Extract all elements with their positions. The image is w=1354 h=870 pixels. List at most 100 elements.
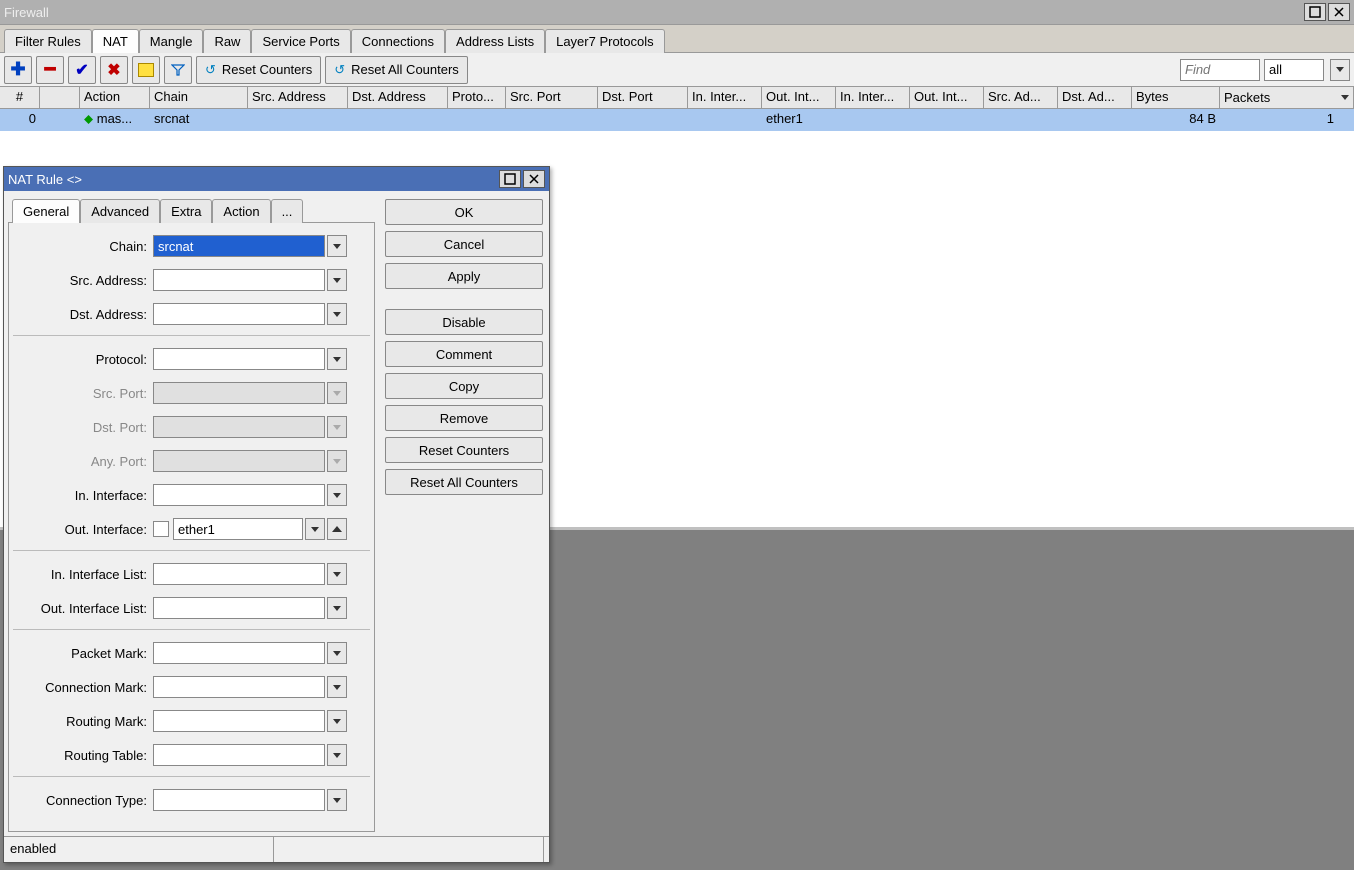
input-protocol[interactable] bbox=[153, 348, 325, 370]
expand-dst-address[interactable] bbox=[327, 303, 347, 325]
chevron-down-icon bbox=[333, 572, 341, 577]
input-routing-table[interactable] bbox=[153, 744, 325, 766]
label-chain: Chain: bbox=[13, 239, 153, 254]
minus-icon: ━ bbox=[45, 59, 56, 80]
filter-select[interactable]: all bbox=[1264, 59, 1324, 81]
col-src-ad[interactable]: Src. Ad... bbox=[984, 87, 1058, 108]
field-any-port: Any. Port: bbox=[13, 448, 370, 474]
expand-in-interface[interactable] bbox=[327, 484, 347, 506]
find-input[interactable] bbox=[1180, 59, 1260, 81]
expand-in-interface-list[interactable] bbox=[327, 563, 347, 585]
col-dst-port[interactable]: Dst. Port bbox=[598, 87, 688, 108]
dropdown-chain[interactable] bbox=[327, 235, 347, 257]
remove-button[interactable]: Remove bbox=[385, 405, 543, 431]
col-dst-address[interactable]: Dst. Address bbox=[348, 87, 448, 108]
tab-raw[interactable]: Raw bbox=[203, 29, 251, 53]
col-bytes[interactable]: Bytes bbox=[1132, 87, 1220, 108]
col-action[interactable]: Action bbox=[80, 87, 150, 108]
col-flag[interactable] bbox=[40, 87, 80, 108]
expand-packet-mark[interactable] bbox=[327, 642, 347, 664]
col-proto[interactable]: Proto... bbox=[448, 87, 506, 108]
col-src-port[interactable]: Src. Port bbox=[506, 87, 598, 108]
collapse-out-interface[interactable] bbox=[327, 518, 347, 540]
tab-filter-rules[interactable]: Filter Rules bbox=[4, 29, 92, 53]
input-chain[interactable] bbox=[153, 235, 325, 257]
expand-routing-table[interactable] bbox=[327, 744, 347, 766]
cell-dst-port bbox=[598, 109, 688, 131]
copy-button[interactable]: Copy bbox=[385, 373, 543, 399]
dialog-title: NAT Rule <> bbox=[8, 172, 82, 187]
maximize-button[interactable] bbox=[1304, 3, 1326, 21]
dialog-tab-action[interactable]: Action bbox=[212, 199, 270, 223]
dialog-tab-more[interactable]: ... bbox=[271, 199, 304, 223]
expand-connection-mark[interactable] bbox=[327, 676, 347, 698]
col-out-int[interactable]: Out. Int... bbox=[762, 87, 836, 108]
dropdown-out-interface[interactable] bbox=[305, 518, 325, 540]
col-src-address[interactable]: Src. Address bbox=[248, 87, 348, 108]
col-dst-ad[interactable]: Dst. Ad... bbox=[1058, 87, 1132, 108]
input-packet-mark[interactable] bbox=[153, 642, 325, 664]
invert-out-interface[interactable] bbox=[153, 521, 169, 537]
cancel-button[interactable]: Cancel bbox=[385, 231, 543, 257]
tab-nat[interactable]: NAT bbox=[92, 29, 139, 53]
input-in-interface[interactable] bbox=[153, 484, 325, 506]
dialog-close-button[interactable] bbox=[523, 170, 545, 188]
close-button[interactable] bbox=[1328, 3, 1350, 21]
tab-service-ports[interactable]: Service Ports bbox=[251, 29, 350, 53]
dialog-titlebar[interactable]: NAT Rule <> bbox=[4, 167, 549, 191]
dialog-tab-general[interactable]: General bbox=[12, 199, 80, 223]
tab-connections[interactable]: Connections bbox=[351, 29, 445, 53]
dialog-tab-extra[interactable]: Extra bbox=[160, 199, 212, 223]
field-dst-address: Dst. Address: bbox=[13, 301, 370, 327]
enable-button[interactable]: ✔ bbox=[68, 56, 96, 84]
col-num[interactable]: # bbox=[0, 87, 40, 108]
reset-counters-button[interactable]: Reset Counters bbox=[385, 437, 543, 463]
reset-counters-button[interactable]: ↺ Reset Counters bbox=[196, 56, 321, 84]
reset-all-counters-button[interactable]: Reset All Counters bbox=[385, 469, 543, 495]
apply-button[interactable]: Apply bbox=[385, 263, 543, 289]
expand-connection-type[interactable] bbox=[327, 789, 347, 811]
expand-routing-mark[interactable] bbox=[327, 710, 347, 732]
chevron-down-icon bbox=[333, 459, 341, 464]
ok-button[interactable]: OK bbox=[385, 199, 543, 225]
cell-bytes: 84 B bbox=[1132, 109, 1220, 131]
input-connection-mark[interactable] bbox=[153, 676, 325, 698]
input-dst-address[interactable] bbox=[153, 303, 325, 325]
input-in-interface-list[interactable] bbox=[153, 563, 325, 585]
disable-button[interactable]: Disable bbox=[385, 309, 543, 335]
input-routing-mark[interactable] bbox=[153, 710, 325, 732]
label-protocol: Protocol: bbox=[13, 352, 153, 367]
expand-src-address[interactable] bbox=[327, 269, 347, 291]
filter-dropdown-button[interactable] bbox=[1330, 59, 1350, 81]
firewall-window: Firewall Filter Rules NAT Mangle Raw Ser… bbox=[0, 0, 1354, 870]
col-packets[interactable]: Packets bbox=[1220, 87, 1354, 108]
comment-button[interactable]: Comment bbox=[385, 341, 543, 367]
remove-button[interactable]: ━ bbox=[36, 56, 64, 84]
tab-mangle[interactable]: Mangle bbox=[139, 29, 204, 53]
col-chain[interactable]: Chain bbox=[150, 87, 248, 108]
input-out-interface[interactable] bbox=[173, 518, 303, 540]
disable-button[interactable]: ✖ bbox=[100, 56, 128, 84]
expand-protocol[interactable] bbox=[327, 348, 347, 370]
dialog-maximize-button[interactable] bbox=[499, 170, 521, 188]
dialog-tab-advanced[interactable]: Advanced bbox=[80, 199, 160, 223]
expand-out-interface-list[interactable] bbox=[327, 597, 347, 619]
filter-button[interactable] bbox=[164, 56, 192, 84]
tab-address-lists[interactable]: Address Lists bbox=[445, 29, 545, 53]
chevron-down-icon bbox=[333, 391, 341, 396]
table-row[interactable]: 0 ⬥ mas... srcnat ether1 84 B 1 bbox=[0, 109, 1354, 131]
cell-src-address bbox=[248, 109, 348, 131]
reset-all-counters-button[interactable]: ↺ Reset All Counters bbox=[325, 56, 468, 84]
input-src-address[interactable] bbox=[153, 269, 325, 291]
input-connection-type[interactable] bbox=[153, 789, 325, 811]
add-button[interactable]: ✚ bbox=[4, 56, 32, 84]
plus-icon: ✚ bbox=[10, 59, 25, 80]
col-in-inter2[interactable]: In. Inter... bbox=[836, 87, 910, 108]
label-out-interface: Out. Interface: bbox=[13, 522, 153, 537]
tab-layer7-protocols[interactable]: Layer7 Protocols bbox=[545, 29, 665, 53]
comment-button[interactable] bbox=[132, 56, 160, 84]
input-out-interface-list[interactable] bbox=[153, 597, 325, 619]
col-out-int2[interactable]: Out. Int... bbox=[910, 87, 984, 108]
col-in-inter[interactable]: In. Inter... bbox=[688, 87, 762, 108]
cell-src-ad bbox=[984, 109, 1058, 131]
